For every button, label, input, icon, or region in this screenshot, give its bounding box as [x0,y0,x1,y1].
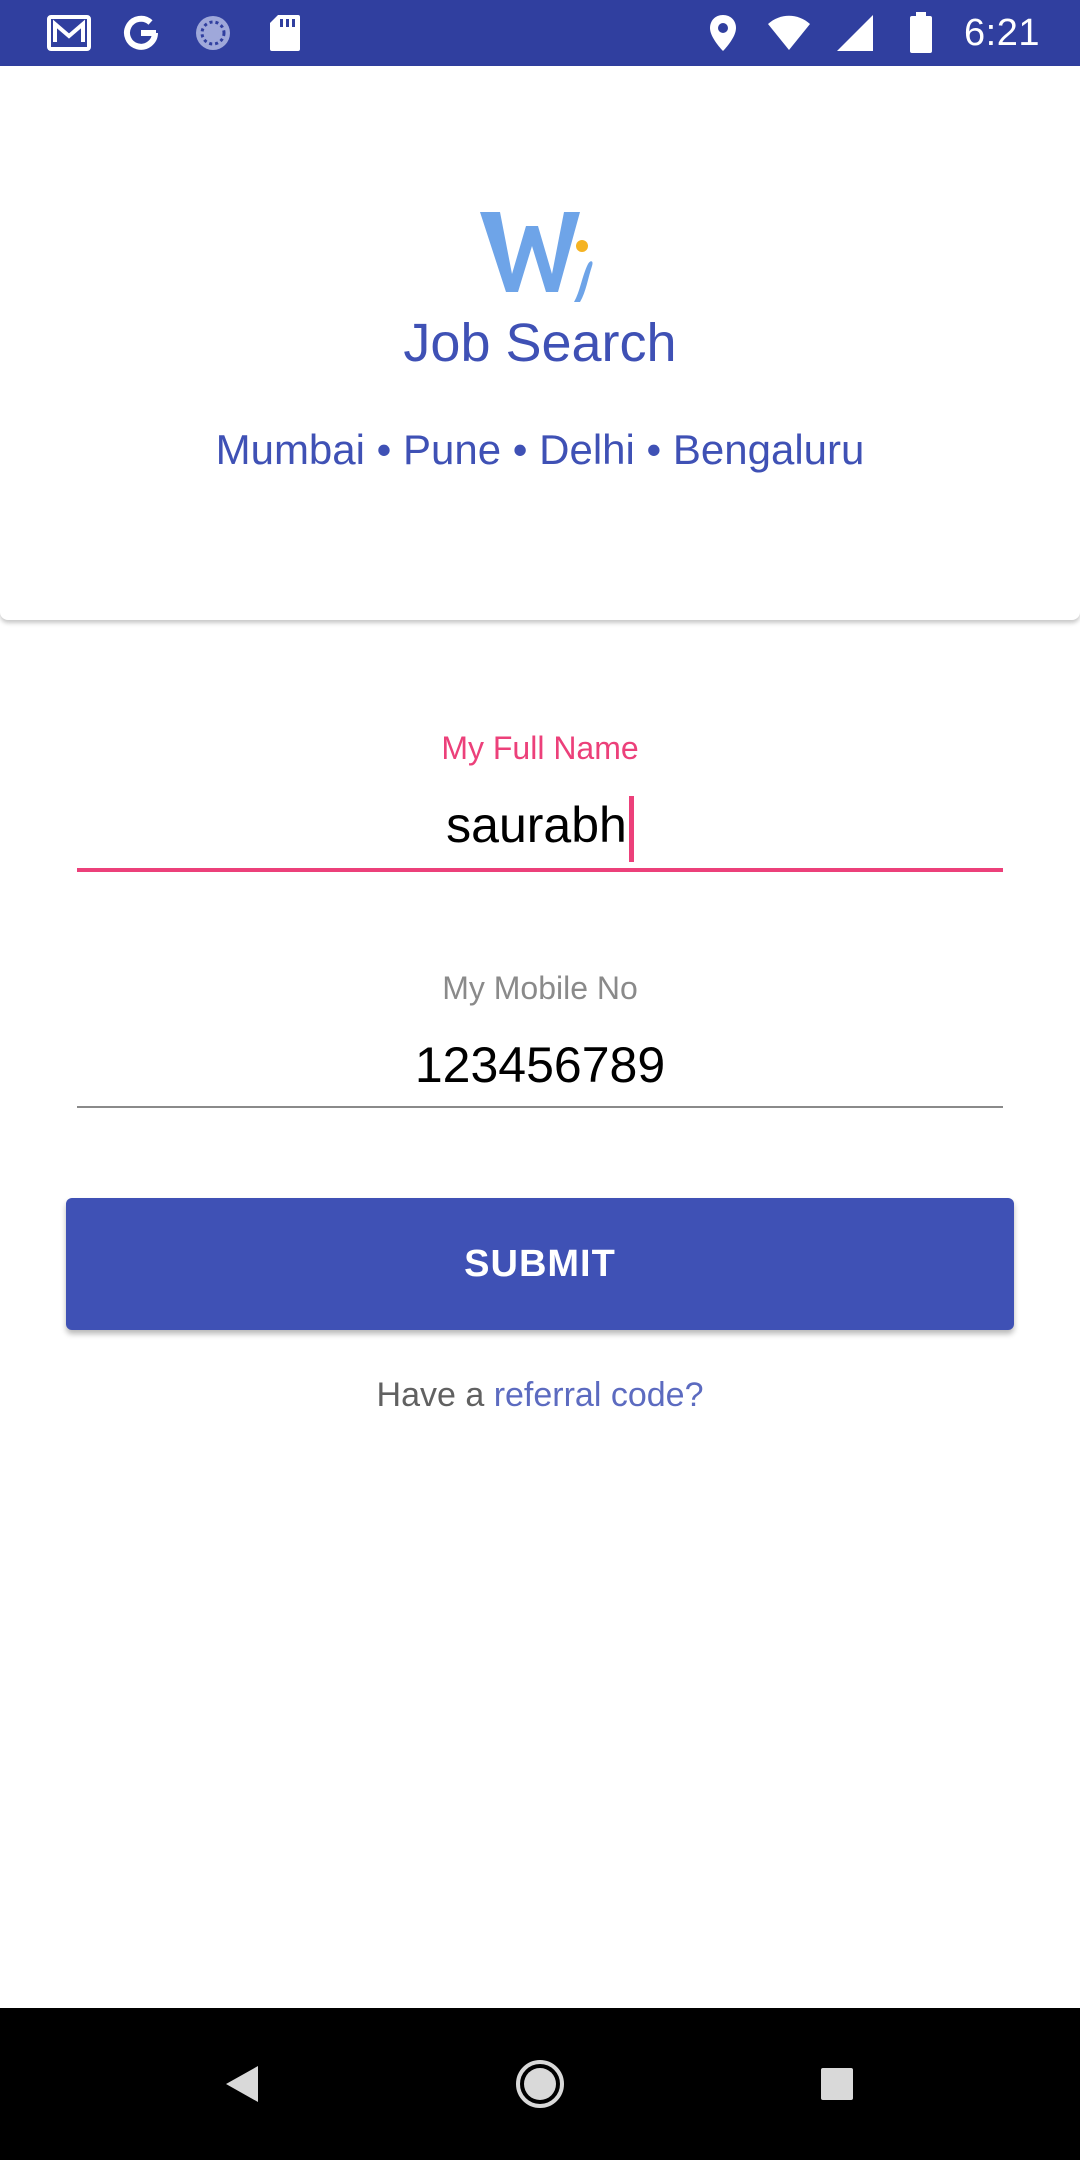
mobile-label: My Mobile No [442,970,638,1006]
notification-icons [46,10,308,56]
mobile-value: 123456789 [414,1037,666,1093]
full-name-underline [77,868,1003,872]
cities-tagline: Mumbai • Pune • Delhi • Bengaluru [215,426,865,473]
status-bar: 6:21 [0,0,1080,66]
system-icons: 6:21 [700,10,1040,56]
referral-code-link[interactable]: referral code? [494,1376,704,1414]
full-name-value: saurabh [446,797,627,854]
location-icon [700,10,746,56]
full-name-input[interactable]: saurabh [0,796,1080,862]
signal-icon [832,10,878,56]
battery-icon [898,10,944,56]
mobile-input[interactable]: 123456789 [0,1036,1080,1094]
mobile-underline [77,1106,1003,1108]
submit-button[interactable]: SUBMIT [66,1198,1014,1330]
recents-icon[interactable] [801,2048,873,2120]
sync-icon [190,10,236,56]
status-time: 6:21 [964,11,1040,54]
full-name-label: My Full Name [441,730,639,766]
gmail-icon [46,10,92,56]
wifi-icon [766,10,812,56]
referral-prefix: Have a [376,1376,494,1414]
sd-card-icon [262,10,308,56]
google-icon [118,10,164,56]
wi-logo [480,212,593,302]
app-title: Job Search [403,313,677,373]
referral-text: Have a referral code? [0,1376,1080,1415]
home-icon[interactable] [504,2048,576,2120]
back-icon[interactable] [206,2048,278,2120]
text-cursor [628,796,634,862]
navigation-bar [0,2008,1080,2160]
header-card: Job Search Mumbai • Pune • Delhi • Benga… [0,66,1080,620]
